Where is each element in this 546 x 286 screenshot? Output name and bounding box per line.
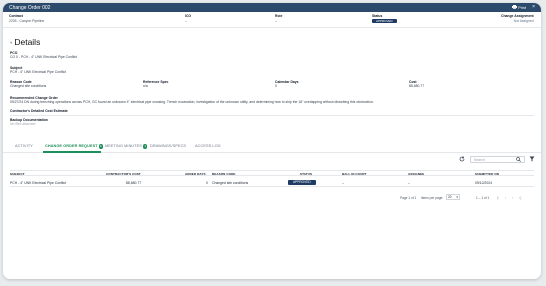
change-order-window: Change Order 002 Print × Contract 2205 -… [3,3,541,279]
recommended-value: 09/27/24 DN during trenching operations … [10,100,374,105]
cell-added-days: 0 [206,180,208,185]
divider [10,115,534,116]
status-badge: APPROVED [372,18,397,23]
print-button[interactable]: Print [512,5,526,10]
reference-spec-value: n/a [143,84,148,89]
field-reference-spec: Reference Spec n/a [143,80,168,89]
chevron-down-icon: ˅ [10,39,13,45]
printer-icon [512,5,518,9]
role-label: Role [275,14,283,18]
print-label: Print [518,6,527,10]
meta-ico: ICO – [185,14,191,23]
cell-assignee: – [408,180,410,185]
status-label: Status [372,14,383,18]
tab-access-log-label: ACCESS LOG [195,144,221,148]
filter-icon [529,156,535,162]
reason-code-value: Changed site conditions [10,84,47,89]
cell-submitted-on: 09/12/2024 [475,180,492,185]
next-page-button[interactable]: › [512,195,513,200]
col-reason-code[interactable]: REASON CODE [212,172,235,176]
subject-value: PCH - 4" UNK Electrical Pipe Conflict [10,70,67,75]
items-per-page-value: 20 [448,195,452,199]
refresh-icon [459,156,465,162]
calendar-days-value: 0 [275,84,277,89]
window-title: Change Order 002 [9,4,51,11]
ico-value: – [185,18,187,23]
meta-role: Role – [275,14,282,23]
refresh-button[interactable] [459,156,465,163]
tab-count-badge: 1 [98,144,104,149]
title-bar: Change Order 002 Print × [3,3,541,12]
prev-page-button[interactable]: ‹ [505,195,506,200]
meta-assignment: Change Assignment Not Assigned [501,14,534,23]
table-header: SUBJECT CONTRACTOR'S COST ADDED DAYS REA… [10,170,534,176]
tab-meeting-minutes-label: MEETING MINUTES [105,144,142,149]
tab-activity-label: ACTIVITY [15,144,33,148]
meta-bar: Contract 2205 - Canyon Pipeline ICO – Ro… [3,12,541,28]
cell-ball-in-court: – [342,180,344,185]
tab-change-order-request-label: CHANGE ORDER REQUEST [45,144,98,149]
cell-reason-code: Changed site conditions [212,180,249,185]
details-heading: Details [14,37,41,47]
cost-value: $8,680.77 [409,84,425,89]
items-per-page-select[interactable]: 20 ▾ [446,194,460,200]
field-cost: Cost $8,680.77 [409,80,424,89]
field-reason-code: Reason Code Changed site conditions [10,80,46,89]
cell-subject: PCH - 4" UNK Electrical Pipe Conflict [10,180,67,185]
detailed-cost-label: Contractor's Detailed Cost Estimate [10,109,68,113]
col-status[interactable]: STATUS [300,172,312,176]
col-added-days[interactable]: ADDED DAYS [185,172,206,176]
status-badge: APPROVED [288,180,316,185]
col-assignee[interactable]: ASSIGNEE [408,172,424,176]
field-recommended-change-order: Recommended Change Order 09/27/24 DN dur… [10,96,534,105]
details-toggle[interactable]: ˅ Details [10,37,40,47]
ico-label: ICO [185,14,192,18]
active-tab-indicator [43,151,101,153]
tab-drawings-specs[interactable]: DRAWINGS/SPECS [150,144,186,148]
col-subject[interactable]: SUBJECT [10,172,25,176]
role-value: – [275,18,277,23]
field-detailed-cost: Contractor's Detailed Cost Estimate [10,109,68,113]
col-contractor-cost[interactable]: CONTRACTOR'S COST [106,172,141,176]
calendar-days-label: Calendar Days [275,80,299,84]
col-submitted-on[interactable]: SUBMITTED ON [475,172,499,176]
field-calendar-days: Calendar Days 0 [275,80,299,89]
tab-activity[interactable]: ACTIVITY [15,144,33,148]
col-ball-in-court[interactable]: BALL IN COURT [342,172,367,176]
field-subject: Subject PCH - 4" UNK Electrical Pipe Con… [10,66,66,75]
assignment-label[interactable]: Change Assignment [501,14,534,19]
table-row[interactable]: PCH - 4" UNK Electrical Pipe Conflict $8… [10,178,534,187]
tab-access-log[interactable]: ACCESS LOG [195,144,221,148]
items-per-page-label: Items per page: [421,196,444,200]
tab-drawings-specs-label: DRAWINGS/SPECS [150,144,187,148]
tab-change-order-request[interactable]: CHANGE ORDER REQUEST 1 [45,144,104,149]
search-input[interactable]: Search [470,156,525,163]
field-pco: PCO CO 0 - PCH - 4" UNK Electrical Pipe … [10,51,77,60]
tab-meeting-minutes[interactable]: MEETING MINUTES 1 [105,144,148,149]
page-indicator: Page 1 of 1 [400,196,417,200]
backup-value: No files attached [10,122,36,127]
filter-button[interactable] [529,156,535,163]
search-icon [516,157,521,162]
assignment-value[interactable]: Not Assigned [501,19,534,24]
search-placeholder: Search [474,157,485,162]
meta-contract: Contract 2205 - Canyon Pipeline [9,14,44,23]
field-backup: Backup Documentation No files attached [10,118,48,127]
tab-count-badge: 1 [142,144,148,149]
close-icon[interactable]: × [532,5,535,10]
first-page-button[interactable]: |‹ [497,195,499,200]
meta-status: Status APPROVED [372,14,397,23]
contract-value: 2205 - Canyon Pipeline [9,18,45,23]
pco-value: CO 0 - PCH - 4" UNK Electrical Pipe Conf… [10,55,77,60]
cell-contractor-cost: $8,680.77 [126,180,142,185]
page-range: 1 – 1 of 1 [476,196,490,200]
chevron-down-icon: ▾ [456,195,458,199]
last-page-button[interactable]: ›| [519,195,521,200]
tab-bar: ACTIVITY CHANGE ORDER REQUEST 1 MEETING M… [3,141,541,153]
